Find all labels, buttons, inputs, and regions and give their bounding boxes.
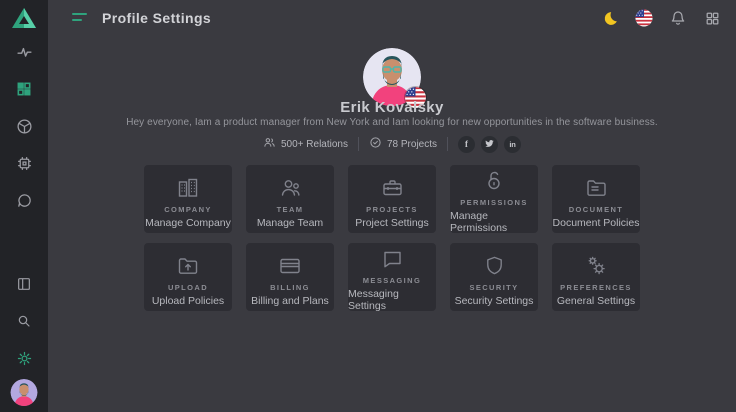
card-document[interactable]: DOCUMENT Document Policies	[552, 165, 640, 233]
page-title: Profile Settings	[102, 10, 211, 26]
sidebar-item-dashboard[interactable]	[14, 79, 34, 99]
card-label: MESSAGING	[363, 276, 421, 285]
sidebar-user-avatar[interactable]	[11, 379, 38, 406]
relations-label: 500+ Relations	[281, 139, 348, 150]
shield-icon	[483, 252, 506, 278]
card-title: Billing and Plans	[251, 295, 329, 307]
card-label: DOCUMENT	[569, 205, 624, 214]
sidebar-item-layout[interactable]	[14, 274, 34, 294]
card-security[interactable]: SECURITY Security Settings	[450, 243, 538, 311]
twitter-button[interactable]	[481, 136, 498, 153]
package-sphere-icon	[16, 118, 33, 135]
people-icon	[263, 136, 276, 152]
card-label: PERMISSIONS	[460, 198, 528, 207]
sidebar-item-packages[interactable]	[14, 116, 34, 136]
card-title: Security Settings	[455, 295, 534, 307]
sidebar-item-activity[interactable]	[14, 42, 34, 62]
card-label: PREFERENCES	[560, 283, 632, 292]
relations-stat: 500+ Relations	[263, 136, 348, 152]
profile-avatar	[363, 48, 421, 106]
card-title: Manage Permissions	[450, 210, 538, 234]
card-title: General Settings	[557, 295, 635, 307]
social-links: f in	[458, 136, 521, 153]
cpu-chip-icon	[16, 155, 33, 172]
main-content: Erik Kovalsky Hey everyone, Iam a produc…	[48, 0, 736, 412]
folder-lines-icon	[584, 174, 609, 200]
facebook-button[interactable]: f	[458, 136, 475, 153]
profile-stats-row: 500+ Relations 78 Projects f	[48, 135, 736, 153]
people-icon	[278, 174, 303, 200]
sidebar-item-chat[interactable]	[14, 190, 34, 210]
card-company[interactable]: COMPANY Manage Company	[144, 165, 232, 233]
profile-bio: Hey everyone, Iam a product manager from…	[48, 117, 736, 128]
dark-mode-moon-icon[interactable]	[600, 8, 620, 28]
card-title: Manage Team	[257, 217, 323, 229]
activity-icon	[16, 44, 33, 61]
card-title: Project Settings	[355, 217, 429, 229]
search-icon	[16, 313, 32, 329]
gear-icon	[16, 350, 33, 367]
facebook-icon: f	[465, 139, 468, 149]
check-circle-icon	[369, 136, 382, 152]
card-permissions[interactable]: PERMISSIONS Manage Permissions	[450, 165, 538, 233]
card-preferences[interactable]: PREFERENCES General Settings	[552, 243, 640, 311]
chat-bubble-icon	[380, 247, 405, 271]
open-lock-icon	[482, 168, 506, 193]
credit-card-icon	[277, 252, 303, 278]
card-label: BILLING	[270, 283, 310, 292]
buildings-icon	[176, 174, 200, 200]
settings-cards-grid: COMPANY Manage Company TEAM Manage Team …	[144, 165, 640, 311]
chat-round-icon	[16, 192, 33, 209]
card-label: PROJECTS	[366, 205, 418, 214]
language-flag-icon[interactable]	[634, 8, 654, 28]
app-logo-icon[interactable]	[11, 7, 37, 29]
card-team[interactable]: TEAM Manage Team	[246, 165, 334, 233]
profile-name: Erik Kovalsky	[48, 99, 736, 116]
card-title: Document Policies	[553, 217, 640, 229]
sidebar-item-system[interactable]	[14, 153, 34, 173]
gears-icon	[584, 252, 609, 278]
card-upload[interactable]: UPLOAD Upload Policies	[144, 243, 232, 311]
notifications-bell-icon[interactable]	[668, 8, 688, 28]
menu-toggle-icon[interactable]	[72, 12, 88, 24]
divider	[358, 137, 359, 151]
linkedin-button[interactable]: in	[504, 136, 521, 153]
sidebar	[0, 0, 48, 412]
card-label: COMPANY	[164, 205, 212, 214]
card-label: UPLOAD	[168, 283, 208, 292]
dashboard-grid-icon	[16, 81, 32, 97]
card-title: Messaging Settings	[348, 288, 436, 312]
card-title: Manage Company	[145, 217, 231, 229]
folder-upload-icon	[176, 252, 200, 278]
sidebar-item-search[interactable]	[14, 311, 34, 331]
top-header: Profile Settings	[48, 0, 736, 36]
card-billing[interactable]: BILLING Billing and Plans	[246, 243, 334, 311]
card-projects[interactable]: PROJECTS Project Settings	[348, 165, 436, 233]
card-messaging[interactable]: MESSAGING Messaging Settings	[348, 243, 436, 311]
twitter-icon	[485, 135, 494, 153]
divider	[447, 137, 448, 151]
projects-label: 78 Projects	[387, 139, 437, 150]
linkedin-icon: in	[509, 140, 515, 149]
layout-panel-icon	[16, 276, 32, 292]
briefcase-icon	[380, 174, 405, 200]
card-title: Upload Policies	[152, 295, 224, 307]
projects-stat: 78 Projects	[369, 136, 437, 152]
sidebar-item-settings[interactable]	[14, 348, 34, 368]
card-label: SECURITY	[469, 283, 518, 292]
card-label: TEAM	[277, 205, 304, 214]
apps-grid-icon[interactable]	[702, 8, 722, 28]
